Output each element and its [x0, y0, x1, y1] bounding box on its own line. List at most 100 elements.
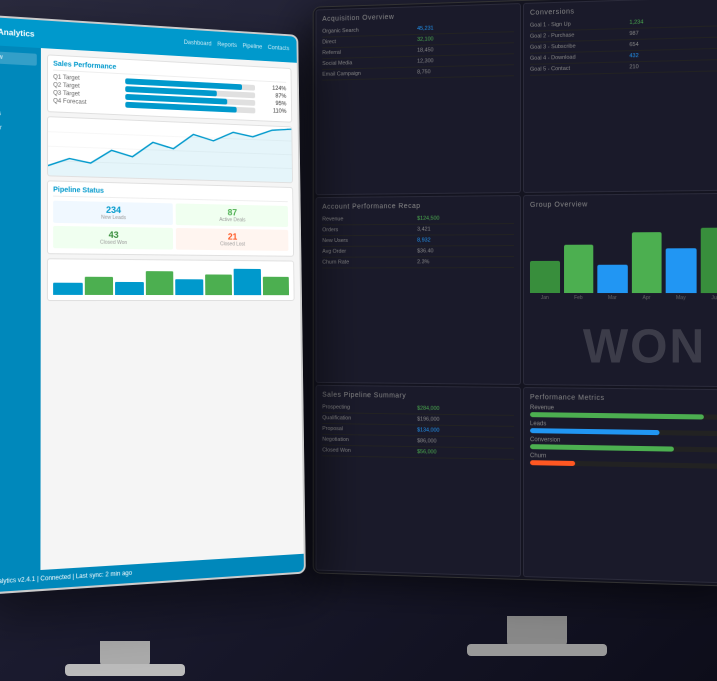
- cell-value: 18,450: [417, 45, 514, 54]
- account-performance-panel: Account Performance Recap Revenue $124,5…: [316, 195, 521, 385]
- trend-area: [48, 119, 292, 182]
- account-panel-title: Account Performance Recap: [322, 202, 514, 211]
- nav-pipeline[interactable]: Pipeline: [242, 44, 262, 51]
- cell-value: 987: [629, 28, 717, 37]
- progress-label: Leads: [530, 421, 546, 427]
- row-label: Q4 Forecast: [53, 98, 121, 107]
- crm-app-name: CRM Analytics: [0, 26, 35, 39]
- stat-label: Active Deals: [178, 216, 285, 224]
- progress-row: Churn 23%: [530, 453, 717, 469]
- sidebar-item-reports[interactable]: Reports: [0, 78, 37, 93]
- value-cell: $284,000: [417, 406, 514, 413]
- bar-jan: [530, 261, 560, 293]
- crm-main: Sales Performance Q1 Target 124% Q2 Targ…: [40, 48, 304, 589]
- cell-value: 32,100: [417, 34, 514, 43]
- cell-value: 432: [629, 51, 717, 60]
- cell-value: $36.40: [417, 248, 514, 254]
- scene: Acquisition Overview Organic Search 45,2…: [0, 0, 717, 681]
- cell-value: 45,231: [417, 23, 514, 32]
- status-text: CRM Analytics v2.4.1 | Connected | Last …: [0, 571, 132, 587]
- acquisition-rows: Organic Search 45,231 Direct 32,100 Refe…: [322, 21, 514, 80]
- sales-performance-panel: Sales Performance Q1 Target 124% Q2 Targ…: [47, 54, 292, 122]
- cell: Orders: [322, 227, 417, 234]
- pipeline-panel-title: Pipeline Status: [53, 187, 288, 203]
- cell-value: 3,421: [417, 226, 514, 233]
- row-value: 95%: [259, 100, 287, 107]
- back-monitor-stand: [507, 616, 567, 646]
- table-row: New Users 8,932: [322, 235, 514, 247]
- front-monitor: CRM Analytics Dashboard Reports Pipeline…: [0, 13, 306, 596]
- cell: Direct: [322, 37, 417, 46]
- nav-reports[interactable]: Reports: [217, 42, 237, 49]
- stat-label: Closed Lost: [178, 241, 285, 248]
- conversions-panel-title: Conversions: [530, 4, 717, 17]
- sidebar-item-pipeline[interactable]: Pipeline: [0, 93, 37, 108]
- pipeline-stat: 43 Closed Won: [53, 226, 172, 250]
- crm-nav: Dashboard Reports Pipeline Contacts: [184, 40, 290, 52]
- pipeline-status-panel: Pipeline Status 234 New Leads 87 Active …: [47, 180, 294, 256]
- acquisition-panel: Acquisition Overview Organic Search 45,2…: [316, 3, 521, 195]
- cell-value: 8,750: [417, 67, 514, 75]
- stage-cell: Prospecting: [322, 404, 417, 411]
- value-cell: $56,000: [417, 449, 514, 457]
- mini-bar: [53, 283, 82, 295]
- cell-value: 654: [629, 39, 717, 48]
- label-jan: Jan: [530, 295, 560, 301]
- stage-cell: Negotiation: [322, 437, 417, 444]
- sidebar-item-contacts[interactable]: Contacts: [0, 107, 37, 122]
- cell: New Users: [322, 238, 417, 244]
- sidebar-item-sales[interactable]: Sales: [0, 64, 37, 79]
- pipeline-summary-panel: Sales Pipeline Summary Prospecting $284,…: [316, 385, 521, 577]
- progress-label: Revenue: [530, 405, 554, 411]
- stage-cell: Proposal: [322, 426, 417, 433]
- front-monitor-stand: [100, 641, 150, 666]
- cell-value: 8,932: [417, 237, 514, 243]
- account-rows: Revenue $124,500 Orders 3,421 New Users …: [322, 213, 514, 268]
- mini-bar: [175, 279, 203, 295]
- stage-cell: Qualification: [322, 415, 417, 422]
- sidebar-item-calendar[interactable]: Calendar: [0, 121, 37, 136]
- cell: Goal 5 - Contact: [530, 64, 629, 72]
- pipeline-stat: 234 New Leads: [53, 201, 172, 225]
- cell: Social Media: [322, 59, 417, 67]
- cell: Email Campaign: [322, 70, 417, 78]
- progress-bar-fill: [530, 460, 575, 466]
- conversions-panel: Conversions Goal 1 - Sign Up 1,234 Goal …: [523, 0, 717, 193]
- nav-dashboard[interactable]: Dashboard: [184, 40, 212, 47]
- front-monitor-screen: CRM Analytics Dashboard Reports Pipeline…: [0, 16, 304, 594]
- sidebar-item-overview[interactable]: Overview: [0, 50, 37, 66]
- pipeline-stat: 87 Active Deals: [175, 203, 288, 227]
- mini-bar: [234, 269, 261, 295]
- cell: Revenue: [322, 216, 417, 223]
- front-monitor-base: [65, 664, 185, 676]
- mini-bar: [115, 281, 143, 295]
- sidebar-item-settings[interactable]: Settings: [0, 135, 37, 149]
- mini-bar: [84, 277, 113, 295]
- nav-contacts[interactable]: Contacts: [268, 45, 290, 52]
- pipeline-panel-title: Sales Pipeline Summary: [322, 392, 514, 401]
- progress-bar-fill: [530, 428, 660, 435]
- group-panel-title: Group Overview: [530, 200, 717, 209]
- cell: Goal 1 - Sign Up: [530, 20, 629, 29]
- crm-sidebar: Overview Sales Reports Pipeline Contacts…: [0, 44, 41, 594]
- won-area: Won: [572, 270, 717, 424]
- progress-label: Conversion: [530, 437, 560, 444]
- value-cell: $86,000: [417, 438, 514, 446]
- cell: Goal 4 - Download: [530, 53, 629, 62]
- cell: Avg Order: [322, 248, 417, 254]
- progress-label: Churn: [530, 453, 546, 459]
- pipeline-stat: 21 Closed Lost: [175, 228, 288, 251]
- mini-bar-chart: [53, 264, 289, 295]
- mini-bar: [262, 276, 289, 295]
- conversion-rows: Goal 1 - Sign Up 1,234 Goal 2 - Purchase…: [530, 15, 717, 76]
- table-row: Avg Order $36.40: [322, 246, 514, 258]
- value-cell: $134,000: [417, 427, 514, 434]
- table-row: Churn Rate 2.3%: [322, 257, 514, 268]
- mini-bar-chart-panel: [47, 258, 295, 301]
- row-value: 124%: [259, 85, 287, 92]
- value-cell: $196,000: [417, 417, 514, 424]
- crm-content: Overview Sales Reports Pipeline Contacts…: [0, 44, 304, 594]
- progress-bar-fill: [530, 444, 674, 452]
- table-row: Closed Won $56,000: [322, 446, 514, 460]
- revenue-trend-panel: [47, 116, 293, 183]
